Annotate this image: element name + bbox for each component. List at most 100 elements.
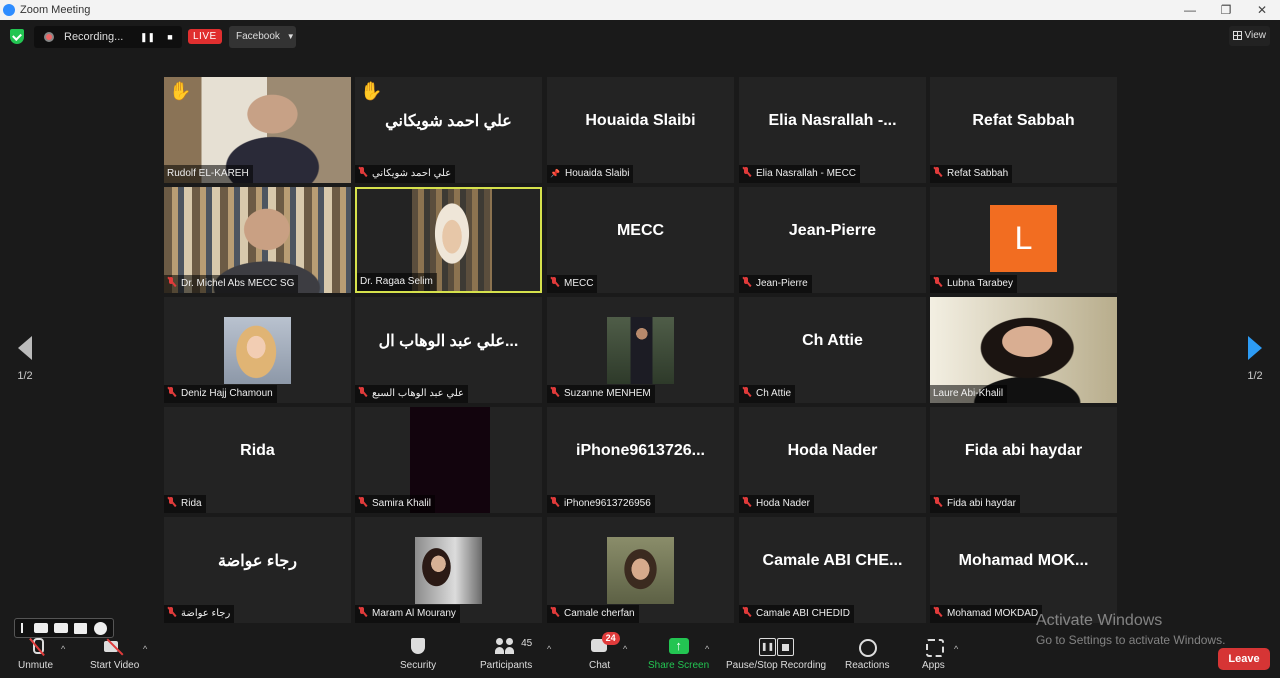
participant-name: Dr. Ragaa Selim bbox=[360, 276, 433, 287]
pause-stop-recording-icon bbox=[759, 638, 795, 656]
stream-target-dropdown[interactable]: Facebook ▼ bbox=[229, 26, 296, 48]
participant-name-label: Dr. Ragaa Selim bbox=[357, 273, 437, 291]
reactions-label: Reactions bbox=[845, 660, 890, 671]
stop-recording-icon[interactable]: ■ bbox=[163, 30, 177, 44]
participant-tile[interactable]: Samira Khalil bbox=[355, 407, 542, 513]
participant-tile[interactable]: Hoda Nader Hoda Nader bbox=[739, 407, 926, 513]
security-button[interactable]: Security bbox=[400, 638, 436, 671]
participant-display-name: رجاء عواضة bbox=[218, 553, 297, 570]
minimize-button[interactable]: — bbox=[1172, 0, 1208, 20]
window-controls: — ❐ ✕ bbox=[1172, 0, 1280, 20]
muted-mic-icon bbox=[933, 497, 942, 507]
live-badge[interactable]: LIVE bbox=[188, 29, 222, 44]
muted-mic-icon bbox=[742, 167, 751, 177]
participant-tile[interactable]: MECC MECC bbox=[547, 187, 734, 293]
muted-mic-icon bbox=[550, 497, 559, 507]
participant-tile[interactable]: Ch Attie Ch Attie bbox=[739, 297, 926, 403]
muted-mic-icon bbox=[358, 167, 367, 177]
encryption-shield-icon[interactable] bbox=[10, 29, 24, 44]
muted-mic-icon bbox=[358, 497, 367, 507]
muted-mic-icon bbox=[167, 607, 176, 617]
participant-name-label: Camale ABI CHEDID bbox=[739, 605, 854, 623]
participant-tile[interactable]: Fida abi haydar Fida abi haydar bbox=[930, 407, 1117, 513]
muted-mic-icon bbox=[742, 607, 751, 617]
muted-mic-icon bbox=[933, 167, 942, 177]
participant-tile[interactable]: Dr. Ragaa Selim bbox=[355, 187, 542, 293]
participant-tile[interactable]: Dr. Michel Abs MECC SG bbox=[164, 187, 351, 293]
participant-name: Laure Abi-Khalil bbox=[933, 388, 1004, 399]
participant-name-label: علي عبد الوهاب السبع bbox=[355, 385, 468, 403]
next-page-button[interactable]: 1/2 bbox=[1240, 336, 1270, 382]
recording-label: Recording... bbox=[64, 31, 124, 43]
apps-options-caret[interactable]: ^ bbox=[954, 644, 958, 654]
participant-tile[interactable]: Rida Rida bbox=[164, 407, 351, 513]
share-options-caret[interactable]: ^ bbox=[705, 644, 709, 654]
participant-video bbox=[607, 537, 674, 604]
participant-name: Samira Khalil bbox=[372, 498, 431, 509]
participant-name: Rida bbox=[181, 498, 202, 509]
participant-tile[interactable]: Jean-Pierre Jean-Pierre bbox=[739, 187, 926, 293]
participants-button[interactable]: 45 Participants bbox=[480, 638, 532, 671]
apps-icon bbox=[925, 638, 945, 657]
view-label: View bbox=[1244, 30, 1267, 41]
participant-tile[interactable]: علي عبد الوهاب ال... علي عبد الوهاب السبع bbox=[355, 297, 542, 403]
pause-recording-icon[interactable]: ❚❚ bbox=[140, 30, 155, 44]
microphone-muted-icon bbox=[30, 638, 44, 656]
participants-label: Participants bbox=[480, 660, 533, 671]
participant-tile[interactable]: iPhone9613726... iPhone9613726956 bbox=[547, 407, 734, 513]
reactions-button[interactable]: Reactions bbox=[845, 638, 889, 671]
participant-name: علي عبد الوهاب السبع bbox=[372, 388, 464, 399]
participants-options-caret[interactable]: ^ bbox=[547, 644, 551, 654]
participant-name-label: Camale cherfan bbox=[547, 605, 639, 623]
participant-tile[interactable]: Suzanne MENHEM bbox=[547, 297, 734, 403]
participant-tile[interactable]: Camale cherfan bbox=[547, 517, 734, 623]
participant-tile[interactable]: Laure Abi-Khalil bbox=[930, 297, 1117, 403]
muted-mic-icon bbox=[933, 277, 942, 287]
start-video-button[interactable]: Start Video bbox=[90, 638, 139, 671]
participant-display-name: علي احمد شويكاني bbox=[385, 113, 512, 130]
participant-name-label: Dr. Michel Abs MECC SG bbox=[164, 275, 299, 293]
participant-name-label: Lubna Tarabey bbox=[930, 275, 1017, 293]
participant-tile[interactable]: Deniz Hajj Chamoun bbox=[164, 297, 351, 403]
participant-display-name: Houaida Slaibi bbox=[585, 112, 696, 129]
chat-options-caret[interactable]: ^ bbox=[623, 644, 627, 654]
participant-tile[interactable]: رجاء عواضة رجاء عواضة bbox=[164, 517, 351, 623]
participant-tile[interactable]: Mohamad MOK... Mohamad MOKDAD bbox=[930, 517, 1117, 623]
page-indicator-left: 1/2 bbox=[17, 370, 33, 382]
chat-button[interactable]: 24 Chat bbox=[589, 632, 620, 671]
meeting-toolbar: Unmute ^ Start Video ^ Security 45 Parti… bbox=[0, 628, 1280, 678]
participant-name: Elia Nasrallah - MECC bbox=[756, 168, 857, 179]
share-screen-button[interactable]: Share Screen bbox=[648, 637, 709, 671]
unmute-button[interactable]: Unmute bbox=[18, 638, 53, 671]
participant-tile[interactable]: L Lubna Tarabey bbox=[930, 187, 1117, 293]
participant-name: Camale cherfan bbox=[564, 608, 635, 619]
maximize-button[interactable]: ❐ bbox=[1208, 0, 1244, 20]
participant-tile[interactable]: Houaida Slaibi 📌 Houaida Slaibi bbox=[547, 77, 734, 183]
participant-tile[interactable]: علي احمد شويكاني ✋ علي احمد شويكاني bbox=[355, 77, 542, 183]
muted-mic-icon bbox=[550, 387, 559, 397]
security-label: Security bbox=[400, 660, 437, 671]
participant-name-label: Fida abi haydar bbox=[930, 495, 1020, 513]
video-options-caret[interactable]: ^ bbox=[143, 644, 147, 654]
window-title: Zoom Meeting bbox=[20, 4, 91, 16]
participant-name: Lubna Tarabey bbox=[947, 278, 1013, 289]
participant-tile[interactable]: Maram Al Mourany bbox=[355, 517, 542, 623]
share-screen-icon bbox=[668, 637, 689, 656]
zoom-app-icon bbox=[3, 4, 15, 16]
participant-video bbox=[607, 317, 674, 384]
participant-tile[interactable]: Camale ABI CHE... Camale ABI CHEDID bbox=[739, 517, 926, 623]
participant-tile[interactable]: ✋ Rudolf EL-KAREH bbox=[164, 77, 351, 183]
apps-button[interactable]: Apps bbox=[922, 638, 945, 671]
close-button[interactable]: ✕ bbox=[1244, 0, 1280, 20]
leave-button[interactable]: Leave bbox=[1218, 648, 1270, 670]
participant-tile[interactable]: Elia Nasrallah -... Elia Nasrallah - MECC bbox=[739, 77, 926, 183]
participant-name: Houaida Slaibi bbox=[564, 168, 630, 179]
participant-tile[interactable]: Refat Sabbah Refat Sabbah bbox=[930, 77, 1117, 183]
muted-mic-icon bbox=[742, 387, 751, 397]
participant-name-label: Rida bbox=[164, 495, 206, 513]
view-button[interactable]: View bbox=[1228, 26, 1270, 46]
audio-options-caret[interactable]: ^ bbox=[61, 644, 65, 654]
participant-name-label: Samira Khalil bbox=[355, 495, 435, 513]
pause-stop-recording-button[interactable]: Pause/Stop Recording bbox=[726, 638, 826, 671]
previous-page-button[interactable]: 1/2 bbox=[10, 336, 40, 382]
